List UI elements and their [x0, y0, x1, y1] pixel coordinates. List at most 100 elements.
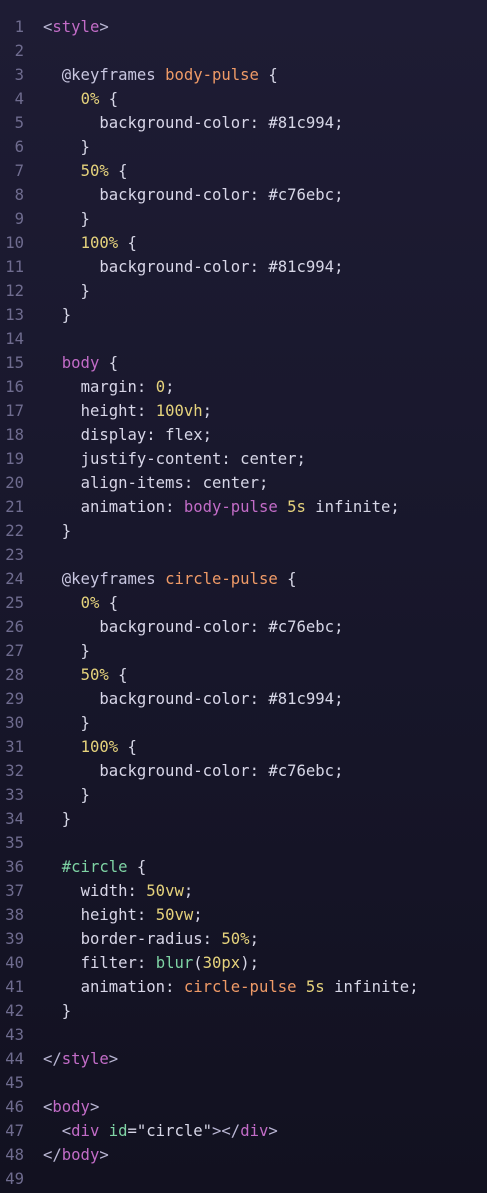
code-line[interactable]: 17 height: 100vh;: [0, 399, 487, 423]
code-token: {: [108, 666, 128, 684]
code-line[interactable]: 38 height: 50vw;: [0, 903, 487, 927]
code-line[interactable]: 42 }: [0, 999, 487, 1023]
code-text: background-color: #c76ebc;: [43, 615, 343, 639]
line-number: 23: [5, 546, 24, 564]
code-line[interactable]: 11 background-color: #81c994;: [0, 255, 487, 279]
code-token: </: [43, 1050, 62, 1068]
code-token: body: [61, 1146, 100, 1164]
code-line[interactable]: 22 }: [0, 519, 487, 543]
code-line[interactable]: 30 }: [0, 711, 487, 735]
code-line[interactable]: 49: [0, 1167, 487, 1191]
code-line[interactable]: 23: [0, 543, 487, 567]
code-line[interactable]: 4 0% {: [0, 87, 487, 111]
code-editor[interactable]: 1 <style> 2 3 @keyframes body-pulse {4 0% {…: [0, 15, 487, 1191]
code-line[interactable]: 19 justify-content: center;: [0, 447, 487, 471]
code-token: @keyframes: [61, 570, 156, 588]
code-token: body: [52, 1098, 90, 1116]
line-number: 45: [5, 1074, 24, 1092]
code-line[interactable]: 6 }: [0, 135, 487, 159]
code-text: 0% {: [43, 87, 119, 111]
code-line[interactable]: 33 }: [0, 783, 487, 807]
code-line[interactable]: 21 animation: body-pulse 5s infinite;: [0, 495, 487, 519]
code-line[interactable]: 28 50% {: [0, 663, 487, 687]
code-token: :: [221, 450, 241, 468]
code-text: #circle {: [43, 855, 147, 879]
code-token: >: [99, 1146, 109, 1164]
code-token: }: [43, 138, 90, 156]
code-line[interactable]: 48 </body>: [0, 1143, 487, 1167]
code-line[interactable]: 13 }: [0, 303, 487, 327]
line-number: 17: [5, 402, 24, 420]
code-line[interactable]: 46 <body>: [0, 1095, 487, 1119]
code-line[interactable]: 39 border-radius: 50%;: [0, 927, 487, 951]
code-token: ;: [334, 186, 344, 204]
code-token: 5s: [305, 978, 325, 996]
code-line[interactable]: 2: [0, 39, 487, 63]
code-token: id: [108, 1122, 128, 1140]
code-token: #c76ebc: [268, 618, 335, 636]
line-number: 25: [5, 594, 24, 612]
code-line[interactable]: 36 #circle {: [0, 855, 487, 879]
code-line[interactable]: 45: [0, 1071, 487, 1095]
code-line[interactable]: 40 filter: blur(30px);: [0, 951, 487, 975]
code-token: :: [136, 906, 156, 924]
code-line[interactable]: 14: [0, 327, 487, 351]
code-token: blur: [155, 954, 194, 972]
code-token: #c76ebc: [268, 186, 335, 204]
code-line[interactable]: 25 0% {: [0, 591, 487, 615]
code-line[interactable]: 27 }: [0, 639, 487, 663]
code-line[interactable]: 5 background-color: #81c994;: [0, 111, 487, 135]
code-token: border-radius: [80, 930, 203, 948]
code-token: body: [61, 354, 100, 372]
code-text: }: [43, 279, 90, 303]
code-token: >: [89, 1098, 100, 1116]
code-line[interactable]: 35: [0, 831, 487, 855]
code-token: ;: [390, 498, 400, 516]
code-line[interactable]: 41 animation: circle-pulse 5s infinite;: [0, 975, 487, 999]
code-text: body {: [43, 351, 118, 375]
code-text: background-color: #c76ebc;: [43, 759, 343, 783]
code-line[interactable]: 16 margin: 0;: [0, 375, 487, 399]
code-token: 100%: [80, 234, 119, 252]
code-line[interactable]: 9 }: [0, 207, 487, 231]
code-line[interactable]: 29 background-color: #81c994;: [0, 687, 487, 711]
code-line[interactable]: 31 100% {: [0, 735, 487, 759]
code-text: }: [43, 807, 71, 831]
code-token: :: [202, 930, 222, 948]
code-line[interactable]: 1 <style>: [0, 15, 487, 39]
code-token: :: [249, 618, 269, 636]
code-token: ;: [334, 618, 344, 636]
code-token: }: [43, 810, 72, 828]
code-line[interactable]: 10 100% {: [0, 231, 487, 255]
code-line[interactable]: 20 align-items: center;: [0, 471, 487, 495]
line-number: 40: [5, 954, 24, 972]
code-line[interactable]: 44 </style>: [0, 1047, 487, 1071]
code-token: ;: [202, 426, 213, 444]
code-token: :: [127, 882, 147, 900]
code-text: </style>: [43, 1047, 118, 1071]
code-line[interactable]: 24 @keyframes circle-pulse {: [0, 567, 487, 591]
code-line[interactable]: 34 }: [0, 807, 487, 831]
code-line[interactable]: 26 background-color: #c76ebc;: [0, 615, 487, 639]
code-line[interactable]: 32 background-color: #c76ebc;: [0, 759, 487, 783]
line-number: 9: [14, 210, 24, 228]
code-line[interactable]: 47 <div id="circle"></div>: [0, 1119, 487, 1143]
code-line[interactable]: 37 width: 50vw;: [0, 879, 487, 903]
code-line[interactable]: 15 body {: [0, 351, 487, 375]
code-line[interactable]: 7 50% {: [0, 159, 487, 183]
code-line[interactable]: 18 display: flex;: [0, 423, 487, 447]
code-token: :: [136, 954, 156, 972]
code-token: background-color: [99, 186, 250, 204]
code-line[interactable]: 3 @keyframes body-pulse {: [0, 63, 487, 87]
code-text: @keyframes body-pulse {: [43, 63, 278, 87]
code-line[interactable]: 12 }: [0, 279, 487, 303]
code-line[interactable]: 43: [0, 1023, 487, 1047]
code-line[interactable]: 8 background-color: #c76ebc;: [0, 183, 487, 207]
line-number: 11: [5, 258, 24, 276]
